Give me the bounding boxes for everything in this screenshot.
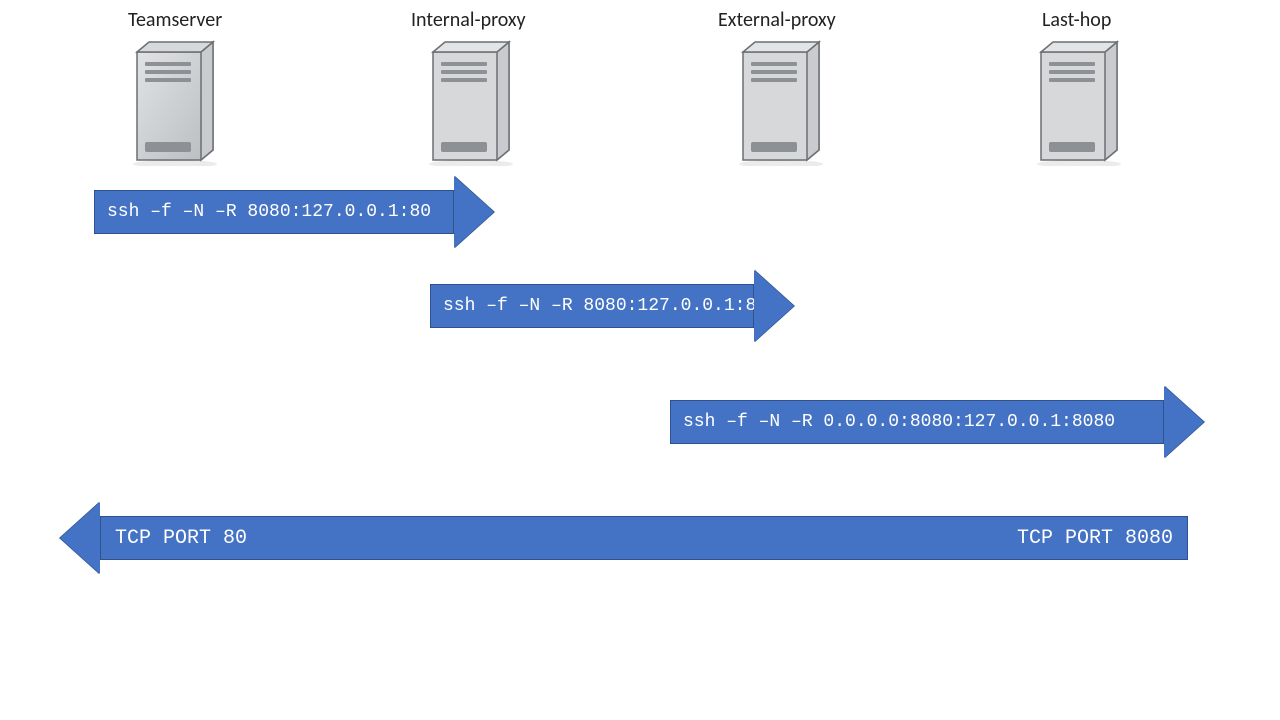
command-hop3: ssh –f –N –R 0.0.0.0:8080:127.0.0.1:8080 bbox=[670, 400, 1164, 444]
arrow-return: TCP PORT 80 TCP PORT 8080 bbox=[60, 502, 1188, 574]
return-right-label: TCP PORT 8080 bbox=[1017, 527, 1173, 550]
server-icon-internal-proxy bbox=[427, 38, 515, 166]
server-icon-teamserver bbox=[131, 38, 219, 166]
server-icon-last-hop bbox=[1035, 38, 1123, 166]
arrow-hop3: ssh –f –N –R 0.0.0.0:8080:127.0.0.1:8080 bbox=[670, 386, 1204, 458]
command-hop2: ssh –f –N –R 8080:127.0.0.1:8080 bbox=[430, 284, 754, 328]
label-last-hop: Last-hop bbox=[1042, 8, 1111, 32]
return-left-label: TCP PORT 80 bbox=[115, 527, 247, 550]
arrow-left-icon bbox=[60, 502, 100, 574]
label-external-proxy: External-proxy bbox=[718, 8, 836, 32]
arrow-right-icon bbox=[454, 176, 494, 248]
server-icon-external-proxy bbox=[737, 38, 825, 166]
arrow-right-icon bbox=[754, 270, 794, 342]
label-internal-proxy: Internal-proxy bbox=[411, 8, 526, 32]
arrow-right-icon bbox=[1164, 386, 1204, 458]
label-teamserver: Teamserver bbox=[128, 8, 222, 32]
command-hop1: ssh –f –N –R 8080:127.0.0.1:80 bbox=[94, 190, 454, 234]
arrow-hop1: ssh –f –N –R 8080:127.0.0.1:80 bbox=[94, 176, 494, 248]
arrow-hop2: ssh –f –N –R 8080:127.0.0.1:8080 bbox=[430, 270, 794, 342]
